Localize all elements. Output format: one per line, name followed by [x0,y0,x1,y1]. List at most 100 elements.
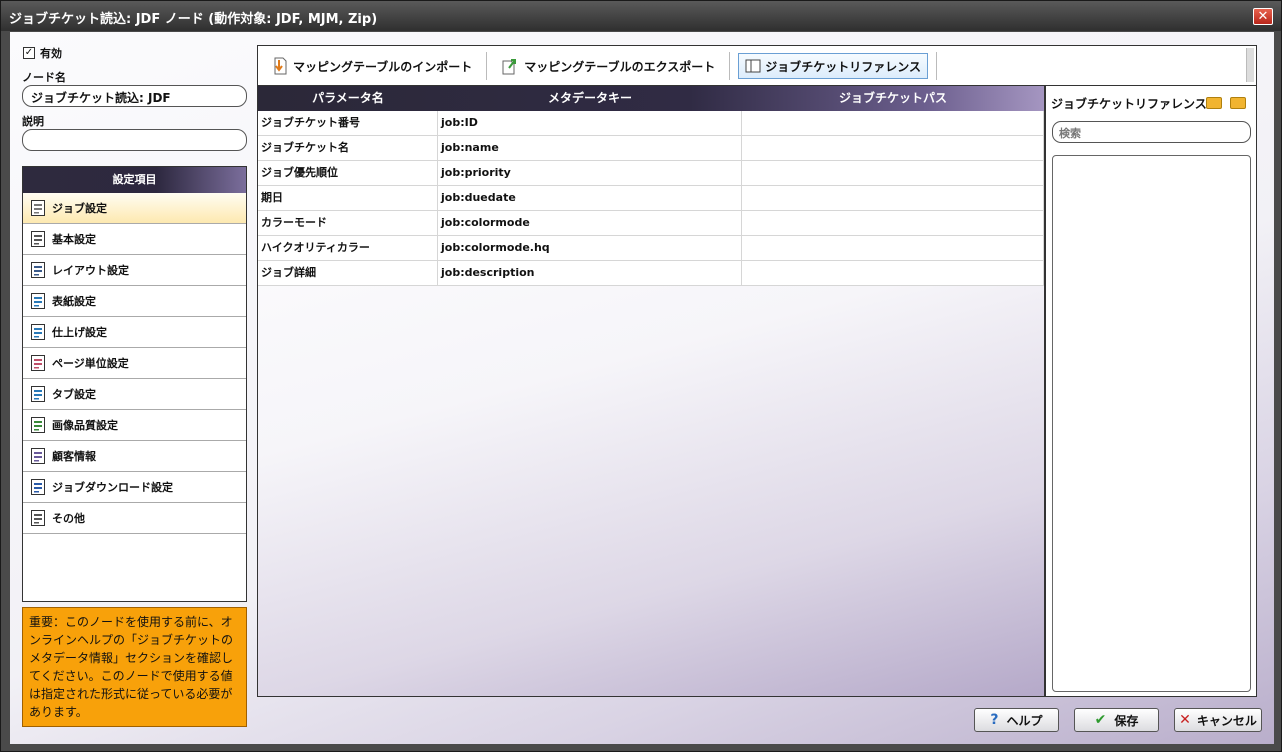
table-row[interactable]: ジョブ優先順位 job:priority [258,161,1044,186]
settings-item[interactable]: タブ設定 [23,379,246,410]
table-header: パラメータ名 メタデータキー ジョブチケットパス [258,86,1044,111]
settings-list: ジョブ設定基本設定レイアウト設定 表紙設定仕上げ設定ページ単位設定タブ設定画像品質… [23,193,246,534]
import-mapping-button[interactable]: マッピングテーブルのインポート [266,53,478,79]
cancel-label: キャンセル [1196,713,1257,728]
customer-icon [30,447,46,465]
table-cell[interactable]: job:colormode.hq [438,236,742,260]
document-icon [30,199,46,217]
node-name-label: ノード名 [22,71,66,84]
title-bar: ジョブチケット読込: JDF ノード (動作対象: JDF, MJM, Zip)… [1,1,1281,31]
dialog-window: ジョブチケット読込: JDF ノード (動作対象: JDF, MJM, Zip)… [0,0,1282,752]
close-button[interactable]: ✕ [1253,8,1273,25]
reference-panel: ジョブチケットリファレンス 検索 [1045,85,1257,697]
save-label: 保存 [1114,713,1139,728]
panel-icon [745,59,761,73]
table-row[interactable]: ジョブチケット番号 job:ID [258,111,1044,136]
tab-icon [30,385,46,403]
table-cell[interactable]: ジョブチケット名 [258,136,438,160]
table-row[interactable]: ジョブチケット名 job:name [258,136,1044,161]
table-cell[interactable]: job:duedate [438,186,742,210]
column-header[interactable]: メタデータキー [438,86,742,111]
table-row[interactable]: ジョブ詳細 job:description [258,261,1044,286]
settings-item-label: 表紙設定 [52,295,96,308]
table-body: ジョブチケット番号 job:ID ジョブチケット名 job:name ジョブ優先順位 jo… [258,111,1044,286]
reference-panel-title: ジョブチケットリファレンス [1051,97,1207,111]
settings-item[interactable]: 仕上げ設定 [23,317,246,348]
settings-panel: 設定項目 ジョブ設定基本設定レイアウト設定 表紙設定仕上げ設定ページ単位設定タブ設… [22,166,247,602]
table-row[interactable]: 期日 job:duedate [258,186,1044,211]
table-cell[interactable]: ハイクオリティカラー [258,236,438,260]
settings-item[interactable]: 画像品質設定 [23,410,246,441]
cover-icon [30,292,46,310]
layout-icon [30,261,46,279]
table-cell[interactable]: job:name [438,136,742,160]
settings-item[interactable]: 基本設定 [23,224,246,255]
settings-item[interactable]: 表紙設定 [23,286,246,317]
pages-icon [30,354,46,372]
toolbar-separator [486,52,488,80]
settings-item-label: レイアウト設定 [52,264,129,277]
help-button[interactable]: ? ヘルプ [974,708,1059,732]
settings-item[interactable]: ジョブ設定 [23,193,246,224]
list-icon [30,230,46,248]
column-header[interactable]: ジョブチケットパス [742,86,1044,111]
save-button[interactable]: ✔ 保存 [1074,708,1159,732]
reference-tree[interactable] [1052,155,1251,692]
table-cell[interactable] [742,136,1044,160]
table-cell[interactable]: 期日 [258,186,438,210]
table-cell[interactable]: ジョブ優先順位 [258,161,438,185]
table-cell[interactable] [742,261,1044,285]
settings-item[interactable]: ジョブダウンロード設定 [23,472,246,503]
reference-search-input[interactable]: 検索 [1052,121,1251,143]
toolbar-scrollbar[interactable] [1246,48,1254,82]
table-row[interactable]: ハイクオリティカラー job:colormode.hq [258,236,1044,261]
settings-item-label: 仕上げ設定 [52,326,107,339]
other-icon [30,509,46,527]
enabled-checkbox[interactable]: ✓ [23,47,35,59]
finishing-icon [30,323,46,341]
open-folder-icon[interactable] [1206,97,1222,109]
table-cell[interactable]: ジョブチケット番号 [258,111,438,135]
settings-item-label: ジョブダウンロード設定 [52,481,173,494]
download-icon [30,478,46,496]
mapping-table: パラメータ名 メタデータキー ジョブチケットパス ジョブチケット番号 job:ID… [257,85,1045,697]
table-cell[interactable]: job:ID [438,111,742,135]
settings-item-label: 画像品質設定 [52,419,118,432]
settings-item[interactable]: レイアウト設定 [23,255,246,286]
table-cell[interactable]: job:description [438,261,742,285]
table-cell[interactable]: job:colormode [438,211,742,235]
export-mapping-button[interactable]: マッピングテーブルのエクスポート [495,53,721,79]
table-cell[interactable]: ジョブ詳細 [258,261,438,285]
enabled-toggle[interactable]: ✓ 有効 [23,45,62,61]
settings-item[interactable]: ページ単位設定 [23,348,246,379]
export-icon [502,59,517,75]
settings-item[interactable]: その他 [23,503,246,534]
job-ticket-reference-button[interactable]: ジョブチケットリファレンス [738,53,928,79]
warning-note: 重要：このノードを使用する前に、オンラインヘルプの「ジョブチケットのメタデータ情… [22,607,247,727]
description-input[interactable] [22,129,247,151]
table-cell[interactable] [742,236,1044,260]
table-cell[interactable]: job:priority [438,161,742,185]
image-icon [30,416,46,434]
table-cell[interactable] [742,161,1044,185]
settings-item-label: ページ単位設定 [52,357,129,370]
toolbar-separator [935,52,937,80]
dialog-body: ✓ 有効 ノード名 ジョブチケット読込: JDF 説明 設定項目 ジョブ設定 基本… [10,32,1274,744]
settings-item-label: ジョブ設定 [52,202,107,215]
table-row[interactable]: カラーモード job:colormode [258,211,1044,236]
table-cell[interactable] [742,111,1044,135]
import-mapping-label: マッピングテーブルのインポート [293,59,473,74]
job-ticket-reference-label: ジョブチケットリファレンス [765,59,921,74]
table-cell[interactable] [742,211,1044,235]
table-cell[interactable] [742,186,1044,210]
settings-item-label: 顧客情報 [52,450,96,463]
toolbar-separator [729,52,731,80]
column-header[interactable]: パラメータ名 [258,86,438,111]
clear-folder-icon[interactable] [1230,97,1246,109]
settings-item[interactable]: 顧客情報 [23,441,246,472]
settings-header: 設定項目 [23,167,246,193]
node-name-input[interactable]: ジョブチケット読込: JDF [22,85,247,107]
table-cell[interactable]: カラーモード [258,211,438,235]
cancel-button[interactable]: ✕ キャンセル [1174,708,1262,732]
help-icon: ? [990,712,999,728]
